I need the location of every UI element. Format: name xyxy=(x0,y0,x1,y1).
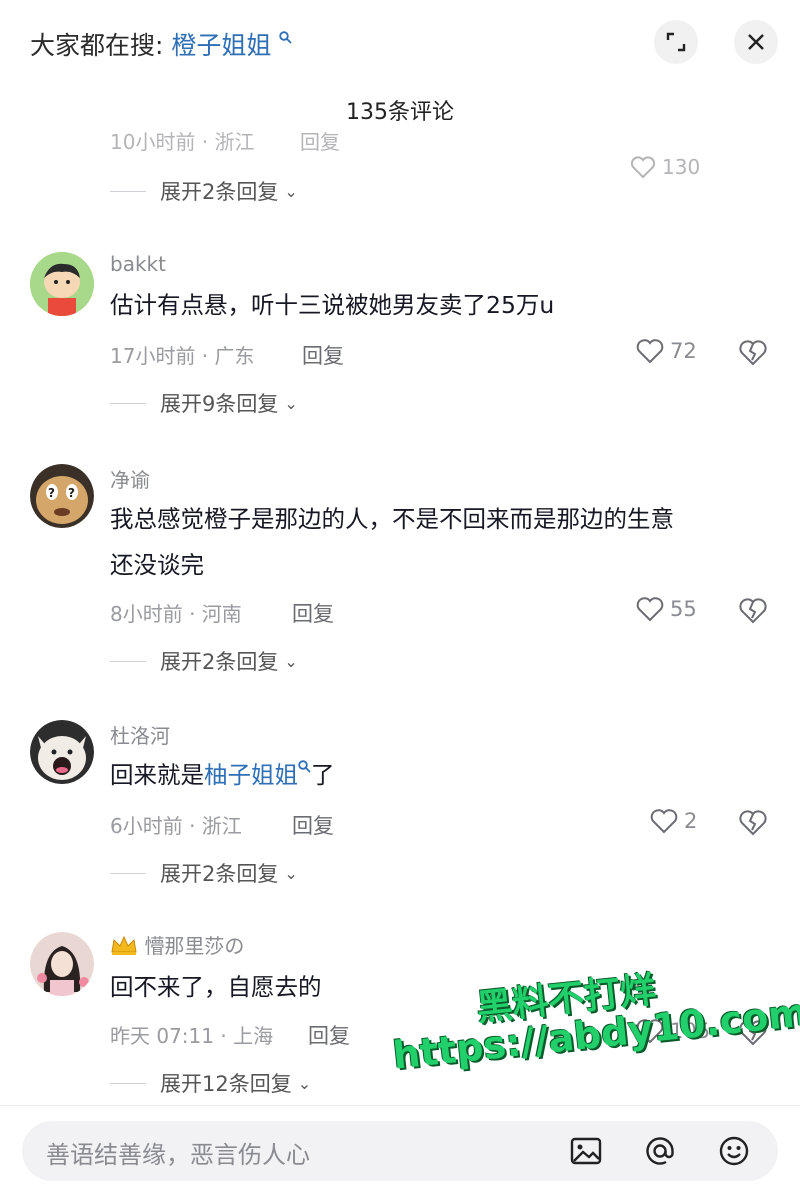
image-button[interactable] xyxy=(568,1133,604,1169)
comment-text: 回来就是柚子姐姐了 xyxy=(110,752,770,803)
comment-input-placeholder: 善语结善缘，恶言伤人心 xyxy=(46,1141,310,1169)
close-button[interactable] xyxy=(734,20,778,64)
expand-replies-label: 展开9条回复 xyxy=(160,392,279,416)
search-keyword-link[interactable]: 柚子姐姐 xyxy=(204,761,298,789)
expand-replies-button[interactable]: 展开2条回复 ⌄ xyxy=(110,646,298,676)
chevron-down-icon: ⌄ xyxy=(284,651,298,671)
svg-text:?: ? xyxy=(68,486,75,500)
comment-username[interactable]: 懵那里莎の xyxy=(110,930,244,959)
partial-reply-button[interactable]: 回复 xyxy=(300,130,340,155)
expand-replies-label: 展开12条回复 xyxy=(160,1072,292,1096)
expand-replies-label: 展开2条回复 xyxy=(160,180,279,204)
close-icon xyxy=(748,34,764,50)
avatar[interactable] xyxy=(30,252,94,316)
comment-username[interactable]: 杜洛河 xyxy=(110,720,170,749)
heart-icon xyxy=(636,1019,664,1044)
expand-button[interactable] xyxy=(654,20,698,64)
comment-time-location: 8小时前 · 河南 xyxy=(110,602,242,626)
comment-text: 我总感觉橙子是那边的人，不是不回来而是那边的生意 还没谈完 xyxy=(110,496,770,588)
comment-count-title: 135条评论 xyxy=(346,100,454,125)
chevron-down-icon: ⌄ xyxy=(297,1073,312,1093)
comment-text-part: 了 xyxy=(311,761,335,789)
crown-icon xyxy=(110,934,144,958)
trending-search-label: 大家都在搜: xyxy=(30,31,164,60)
expand-icon xyxy=(666,32,686,52)
avatar[interactable] xyxy=(30,720,94,784)
top-bar: 大家都在搜: 橙子姐姐 135条评论 xyxy=(0,0,800,125)
divider-line xyxy=(110,1082,146,1084)
avatar[interactable]: ? ? xyxy=(30,464,94,528)
reply-button[interactable]: 回复 xyxy=(302,340,344,370)
emoji-icon xyxy=(719,1136,749,1166)
divider-line xyxy=(110,872,146,874)
divider-line xyxy=(110,190,146,192)
avatar[interactable] xyxy=(30,932,94,996)
like-button[interactable]: 55 xyxy=(636,596,697,622)
mention-button[interactable] xyxy=(642,1133,678,1169)
reply-button[interactable]: 回复 xyxy=(292,810,334,840)
expand-replies-label: 展开2条回复 xyxy=(160,650,279,674)
expand-replies-button[interactable]: 展开9条回复 ⌄ xyxy=(110,388,298,418)
search-icon xyxy=(298,760,311,777)
comment-text-line: 我总感觉橙子是那边的人，不是不回来而是那边的生意 xyxy=(110,505,674,533)
like-button[interactable]: 2 xyxy=(650,808,697,834)
like-button[interactable]: 72 xyxy=(636,338,697,364)
dislike-button[interactable] xyxy=(738,596,768,628)
at-sign-icon xyxy=(646,1137,674,1165)
dislike-button[interactable] xyxy=(738,808,768,840)
comment-list[interactable]: 10小时前 · 浙江 回复 130 展开2条回复 ⌄ bakkt 估计有点悬，听… xyxy=(0,130,800,1105)
image-icon xyxy=(570,1137,602,1165)
expand-replies-button[interactable]: 展开2条回复 ⌄ xyxy=(110,858,298,888)
partial-comment-meta: 10小时前 · 浙江 回复 130 xyxy=(110,130,770,179)
dislike-button[interactable] xyxy=(738,1018,768,1050)
comment-username[interactable]: bakkt xyxy=(110,252,166,276)
expand-replies-label: 展开2条回复 xyxy=(160,862,279,886)
svg-text:?: ? xyxy=(48,486,55,500)
chevron-down-icon: ⌄ xyxy=(284,863,298,883)
broken-heart-icon xyxy=(739,598,767,624)
broken-heart-icon xyxy=(739,1020,767,1046)
reply-button[interactable]: 回复 xyxy=(292,598,334,628)
expand-replies-button[interactable]: 展开2条回复 ⌄ xyxy=(110,176,298,206)
comment-time-location: 昨天 07:11 · 上海 xyxy=(110,1024,274,1048)
heart-icon xyxy=(636,339,664,364)
heart-icon xyxy=(650,809,678,834)
username-label: 懵那里莎の xyxy=(144,934,245,958)
broken-heart-icon xyxy=(739,340,767,366)
dislike-button[interactable] xyxy=(738,338,768,370)
comment-input[interactable]: 善语结善缘，恶言伤人心 xyxy=(22,1121,778,1181)
search-icon xyxy=(279,31,292,48)
like-count: 55 xyxy=(670,597,697,621)
partial-like-count: 130 xyxy=(662,155,701,179)
comment-input-bar: 善语结善缘，恶言伤人心 xyxy=(0,1105,800,1184)
chevron-down-icon: ⌄ xyxy=(284,393,298,413)
heart-icon xyxy=(630,156,656,179)
divider-line xyxy=(110,402,146,404)
trending-search-keyword[interactable]: 橙子姐姐 xyxy=(171,31,271,60)
reply-button[interactable]: 回复 xyxy=(308,1020,350,1050)
chevron-down-icon: ⌄ xyxy=(284,181,298,201)
heart-icon xyxy=(636,597,664,622)
like-button[interactable]: 105 xyxy=(636,1018,710,1044)
broken-heart-icon xyxy=(739,810,767,836)
partial-like-button[interactable]: 130 xyxy=(630,155,700,179)
comment-time-location: 6小时前 · 浙江 xyxy=(110,814,242,838)
like-count: 105 xyxy=(670,1019,711,1043)
comment-text-line: 还没谈完 xyxy=(110,551,204,579)
comment-username[interactable]: 净谕 xyxy=(110,464,150,493)
comment-text: 估计有点悬，听十三说被她男友卖了25万u xyxy=(110,291,555,319)
emoji-button[interactable] xyxy=(716,1133,752,1169)
comment-text: 回不来了，自愿去的 xyxy=(110,973,322,1001)
partial-time-location: 10小时前 · 浙江 xyxy=(110,130,255,154)
trending-search[interactable]: 大家都在搜: 橙子姐姐 xyxy=(30,26,292,62)
expand-replies-button[interactable]: 展开12条回复 ⌄ xyxy=(110,1068,311,1098)
comment-time-location: 17小时前 · 广东 xyxy=(110,344,255,368)
like-count: 72 xyxy=(670,339,697,363)
comment-text-part: 回来就是 xyxy=(110,761,204,789)
like-count: 2 xyxy=(684,809,698,833)
divider-line xyxy=(110,660,146,662)
